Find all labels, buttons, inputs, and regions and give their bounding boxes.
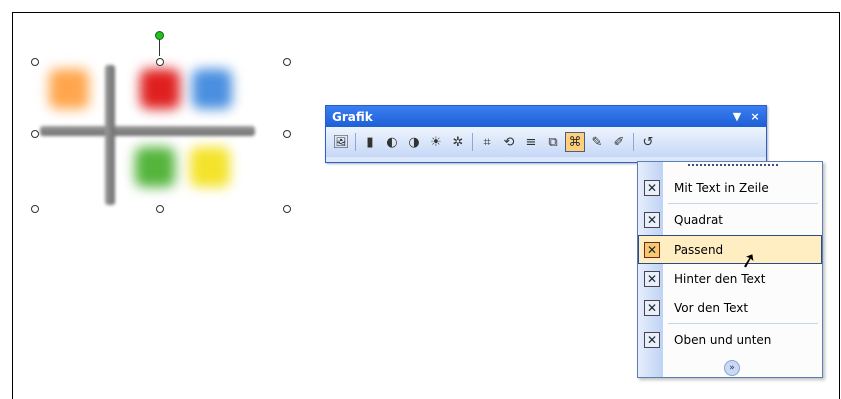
crop-icon[interactable]: ⌗ bbox=[477, 132, 497, 152]
toolbar-buttons: 🖼 ▮ ◐ ◑ ☀ ✲ ⌗ ⟲ ≡ ⧉ ⌘ ✎ ✐ ↺ bbox=[326, 127, 766, 157]
resize-handle-top-right[interactable] bbox=[283, 58, 291, 66]
compress-picture-icon[interactable]: ⧉ bbox=[543, 132, 563, 152]
menu-item-label: Hinter den Text bbox=[674, 271, 766, 286]
toolbar-separator bbox=[472, 133, 473, 151]
blue-blob bbox=[192, 69, 232, 109]
toolbar-titlebar[interactable]: Grafik ▼ × bbox=[326, 106, 766, 127]
format-picture-icon[interactable]: ✎ bbox=[587, 132, 607, 152]
resize-handle-top[interactable] bbox=[156, 58, 164, 66]
less-brightness-icon[interactable]: ✲ bbox=[448, 132, 468, 152]
green-blob bbox=[135, 147, 175, 187]
text-wrapping-menu: ✕ Mit Text in Zeile ✕ Quadrat ✕ Passend … bbox=[637, 161, 823, 378]
toolbar-separator bbox=[355, 133, 356, 151]
more-contrast-icon[interactable]: ◐ bbox=[382, 132, 402, 152]
menu-item-label: Oben und unten bbox=[674, 332, 772, 347]
menu-item-tight[interactable]: ✕ Passend bbox=[638, 235, 822, 264]
resize-handle-bottom[interactable] bbox=[156, 205, 164, 213]
menu-drag-grip[interactable] bbox=[688, 164, 778, 169]
resize-handle-right[interactable] bbox=[283, 130, 291, 138]
resize-handle-bottom-left[interactable] bbox=[31, 205, 39, 213]
menu-item-in-front-of-text[interactable]: ✕ Vor den Text bbox=[639, 294, 821, 321]
tight-wrap-icon: ✕ bbox=[644, 241, 660, 258]
menu-separator bbox=[668, 323, 818, 324]
expand-chevron-icon[interactable]: » bbox=[724, 360, 740, 376]
menu-separator bbox=[668, 203, 818, 204]
reset-picture-icon[interactable]: ↺ bbox=[638, 132, 658, 152]
in-front-of-text-icon: ✕ bbox=[644, 299, 660, 316]
top-and-bottom-icon: ✕ bbox=[644, 331, 660, 348]
set-transparent-color-icon[interactable]: ✐ bbox=[609, 132, 629, 152]
menu-item-square[interactable]: ✕ Quadrat bbox=[639, 206, 821, 233]
orange-blob bbox=[49, 69, 89, 109]
inline-with-text-icon: ✕ bbox=[644, 179, 660, 196]
more-brightness-icon[interactable]: ☀ bbox=[426, 132, 446, 152]
menu-item-label: Passend bbox=[674, 242, 724, 257]
close-icon[interactable]: × bbox=[748, 110, 762, 123]
yellow-blob bbox=[190, 147, 230, 187]
vertical-bar bbox=[105, 65, 115, 205]
insert-picture-icon[interactable]: 🖼 bbox=[331, 132, 351, 152]
menu-item-label: Mit Text in Zeile bbox=[674, 180, 769, 195]
rotate-icon[interactable]: ⟲ bbox=[499, 132, 519, 152]
resize-handle-left[interactable] bbox=[31, 130, 39, 138]
chevron-down-icon[interactable]: ▼ bbox=[730, 110, 744, 123]
toolbar-separator bbox=[633, 133, 634, 151]
red-blob bbox=[140, 69, 180, 109]
menu-item-label: Vor den Text bbox=[674, 300, 749, 315]
behind-text-icon: ✕ bbox=[644, 270, 660, 287]
menu-item-top-and-bottom[interactable]: ✕ Oben und unten bbox=[639, 326, 821, 353]
toolbar-title: Grafik bbox=[332, 109, 373, 124]
line-style-icon[interactable]: ≡ bbox=[521, 132, 541, 152]
menu-item-inline-with-text[interactable]: ✕ Mit Text in Zeile bbox=[639, 174, 821, 201]
horizontal-bar bbox=[40, 126, 255, 136]
resize-handle-top-left[interactable] bbox=[31, 58, 39, 66]
rotation-handle[interactable] bbox=[155, 31, 164, 40]
menu-item-label: Quadrat bbox=[674, 212, 724, 227]
square-wrap-icon: ✕ bbox=[644, 211, 660, 228]
picture-toolbar: Grafik ▼ × 🖼 ▮ ◐ ◑ ☀ ✲ ⌗ ⟲ ≡ ⧉ ⌘ ✎ ✐ ↺ bbox=[325, 105, 767, 163]
selected-picture[interactable] bbox=[0, 0, 300, 220]
menu-item-behind-text[interactable]: ✕ Hinter den Text bbox=[639, 265, 821, 292]
less-contrast-icon[interactable]: ◑ bbox=[404, 132, 424, 152]
color-icon[interactable]: ▮ bbox=[360, 132, 380, 152]
text-wrapping-icon[interactable]: ⌘ bbox=[565, 132, 585, 152]
resize-handle-bottom-right[interactable] bbox=[283, 205, 291, 213]
